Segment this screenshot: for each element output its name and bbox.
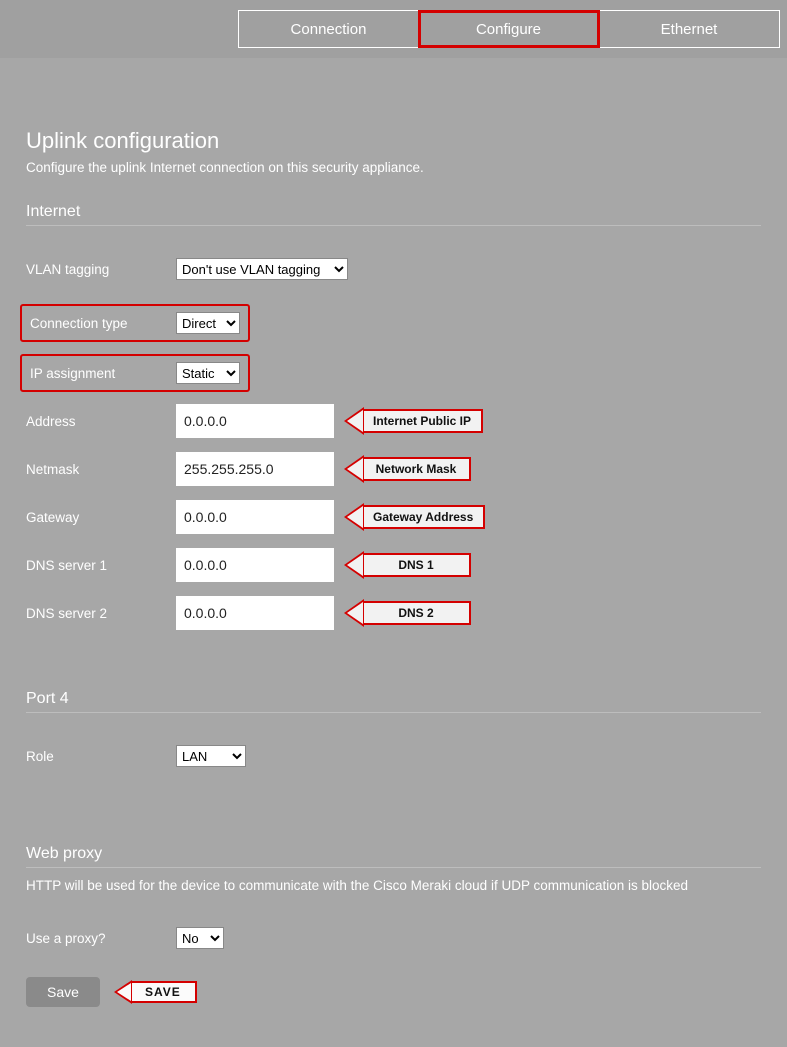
dns2-callout-text: DNS 2: [363, 601, 471, 625]
gateway-callout: Gateway Address: [344, 503, 485, 531]
netmask-callout: Network Mask: [344, 455, 471, 483]
dns1-callout-text: DNS 1: [363, 553, 471, 577]
section-internet-heading: Internet: [26, 203, 761, 226]
ip-assignment-highlight: IP assignment Static: [20, 354, 250, 392]
arrow-icon: [344, 599, 364, 627]
connection-type-highlight: Connection type Direct: [20, 304, 250, 342]
use-proxy-label: Use a proxy?: [26, 931, 176, 946]
arrow-icon: [344, 455, 364, 483]
arrow-icon: [344, 551, 364, 579]
connection-type-label: Connection type: [26, 316, 176, 331]
address-label: Address: [26, 414, 176, 429]
section-port4-heading: Port 4: [26, 690, 761, 713]
dns1-callout: DNS 1: [344, 551, 471, 579]
content-area: Uplink configuration Configure the uplin…: [0, 58, 787, 1047]
role-select[interactable]: LAN: [176, 745, 246, 767]
page-title: Uplink configuration: [26, 128, 761, 154]
top-nav: Connection Configure Ethernet: [0, 0, 787, 58]
arrow-icon: [114, 980, 132, 1004]
address-callout: Internet Public IP: [344, 407, 483, 435]
role-label: Role: [26, 749, 176, 764]
tab-ethernet[interactable]: Ethernet: [599, 11, 779, 47]
tab-configure[interactable]: Configure: [419, 11, 599, 47]
gateway-input[interactable]: [176, 500, 334, 534]
netmask-label: Netmask: [26, 462, 176, 477]
vlan-tagging-select[interactable]: Don't use VLAN tagging: [176, 258, 348, 280]
connection-type-select[interactable]: Direct: [176, 312, 240, 334]
gateway-callout-text: Gateway Address: [363, 505, 485, 529]
arrow-icon: [344, 503, 364, 531]
arrow-icon: [344, 407, 364, 435]
vlan-tagging-label: VLAN tagging: [26, 262, 176, 277]
save-button[interactable]: Save: [26, 977, 100, 1007]
address-input[interactable]: [176, 404, 334, 438]
tab-connection[interactable]: Connection: [239, 11, 419, 47]
tab-bar: Connection Configure Ethernet: [238, 10, 780, 48]
dns2-label: DNS server 2: [26, 606, 176, 621]
address-callout-text: Internet Public IP: [363, 409, 483, 433]
dns2-input[interactable]: [176, 596, 334, 630]
dns1-input[interactable]: [176, 548, 334, 582]
dns2-callout: DNS 2: [344, 599, 471, 627]
ip-assignment-label: IP assignment: [26, 366, 176, 381]
page-subtitle: Configure the uplink Internet connection…: [26, 160, 761, 175]
webproxy-desc: HTTP will be used for the device to comm…: [26, 878, 761, 893]
save-callout-text: SAVE: [131, 981, 197, 1003]
gateway-label: Gateway: [26, 510, 176, 525]
netmask-input[interactable]: [176, 452, 334, 486]
dns1-label: DNS server 1: [26, 558, 176, 573]
save-callout: SAVE: [114, 980, 197, 1004]
use-proxy-select[interactable]: No: [176, 927, 224, 949]
ip-assignment-select[interactable]: Static: [176, 362, 240, 384]
netmask-callout-text: Network Mask: [363, 457, 471, 481]
section-webproxy-heading: Web proxy: [26, 845, 761, 868]
